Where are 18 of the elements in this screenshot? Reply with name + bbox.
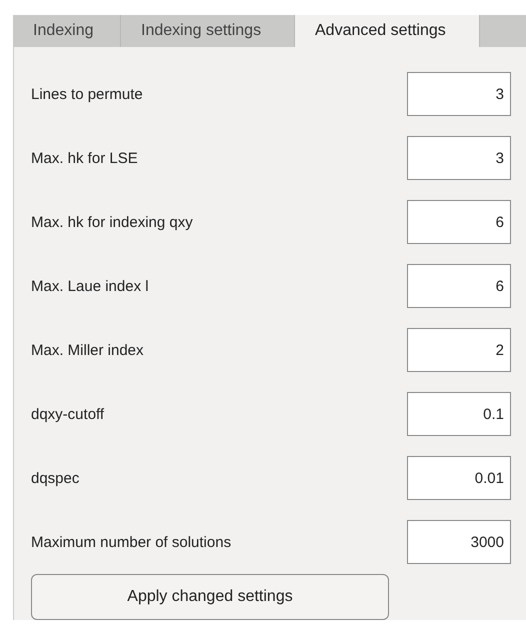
input-field[interactable]: 3 [407, 72, 511, 116]
field-label: Max. Miller index [31, 342, 144, 358]
field-label: Max. hk for LSE [31, 150, 138, 166]
apply-button[interactable]: Apply changed settings [31, 574, 389, 620]
field-label: Max. hk for indexing qxy [31, 214, 193, 230]
input-field[interactable]: 3000 [407, 520, 511, 564]
field-label: Lines to permute [31, 86, 143, 102]
tab[interactable]: Advanced settings [295, 15, 480, 47]
input-field[interactable]: 6 [407, 200, 511, 244]
field-label: Max. Laue index l [31, 278, 149, 294]
field-label: Maximum number of solutions [31, 534, 232, 550]
input-field[interactable]: 0.1 [407, 392, 511, 436]
input-field[interactable]: 0.01 [407, 456, 511, 500]
input-field[interactable]: 6 [407, 264, 511, 308]
field-label: dqspec [31, 470, 80, 486]
input-field[interactable]: 3 [407, 136, 511, 180]
field-label: dqxy-cutoff [31, 406, 104, 422]
input-field[interactable]: 2 [407, 328, 511, 372]
